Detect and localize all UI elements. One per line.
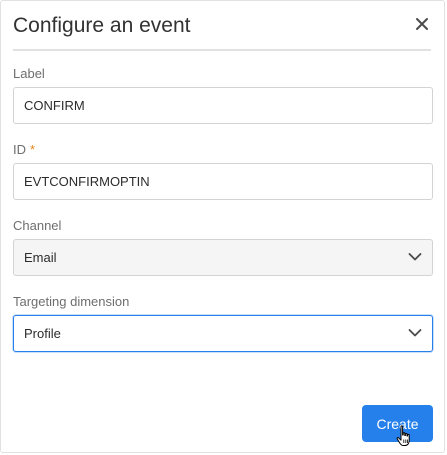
targeting-dimension-select-value: Profile — [24, 326, 61, 341]
channel-select[interactable]: Email — [13, 239, 433, 276]
id-input[interactable] — [13, 163, 433, 200]
targeting-dimension-field-label-text: Targeting dimension — [13, 294, 130, 309]
id-field-label-text: ID — [13, 142, 26, 157]
close-icon — [416, 18, 428, 30]
targeting-dimension-select[interactable]: Profile — [13, 315, 433, 352]
dialog-title: Configure an event — [13, 14, 191, 37]
id-field-label: ID * — [13, 142, 35, 158]
dialog-header: Configure an event — [13, 1, 431, 51]
create-button[interactable]: Create — [362, 405, 433, 442]
targeting-dimension-field-label: Targeting dimension — [13, 294, 129, 310]
configure-event-dialog: Configure an event Label ID * Channel Ema… — [0, 0, 445, 453]
label-field-label: Label — [13, 66, 45, 82]
close-button[interactable] — [413, 15, 431, 33]
label-field-label-text: Label — [13, 66, 45, 81]
chevron-down-icon — [408, 253, 422, 261]
required-asterisk: * — [30, 142, 36, 157]
label-input[interactable] — [13, 87, 433, 124]
chevron-down-icon — [408, 329, 422, 337]
channel-field-label: Channel — [13, 218, 61, 234]
channel-field-label-text: Channel — [13, 218, 62, 233]
channel-select-value: Email — [24, 250, 57, 265]
